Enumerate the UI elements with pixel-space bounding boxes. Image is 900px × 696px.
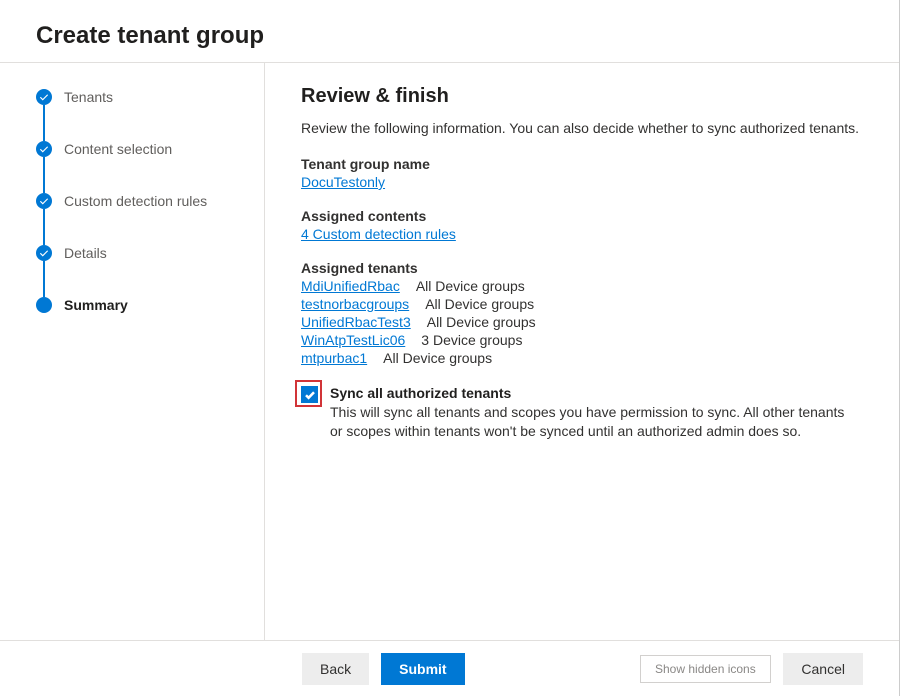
tenant-scope: All Device groups	[425, 296, 534, 312]
tenant-group-name-link[interactable]: DocuTestonly	[301, 174, 385, 190]
sync-authorized-checkbox-block: Sync all authorized tenants This will sy…	[301, 385, 871, 442]
assigned-contents-link[interactable]: 4 Custom detection rules	[301, 226, 456, 242]
step-connector	[43, 209, 45, 245]
wizard-step-details[interactable]: Details	[36, 244, 264, 296]
page-title: Create tenant group	[36, 22, 899, 50]
wizard-step-content-selection[interactable]: Content selection	[36, 140, 264, 192]
footer-actions: Back Submit Show hidden icons Cancel	[0, 640, 899, 696]
tenant-scope: All Device groups	[383, 350, 492, 366]
wizard-step-custom-detection-rules[interactable]: Custom detection rules	[36, 192, 264, 244]
wizard-steps-sidebar: Tenants Content selection Custom detecti…	[0, 63, 265, 640]
body-region: Tenants Content selection Custom detecti…	[0, 63, 899, 640]
tenant-row: UnifiedRbacTest3 All Device groups	[301, 314, 871, 331]
sync-authorized-checkbox[interactable]	[301, 386, 318, 403]
step-connector	[43, 157, 45, 193]
assigned-tenants-label: Assigned tenants	[301, 260, 871, 276]
wizard-step-summary[interactable]: Summary	[36, 296, 264, 314]
sync-checkbox-help: This will sync all tenants and scopes yo…	[330, 403, 850, 442]
submit-button[interactable]: Submit	[381, 653, 464, 685]
tenant-row: testnorbacgroups All Device groups	[301, 296, 871, 313]
current-step-dot-icon	[36, 297, 52, 313]
tenant-name-link[interactable]: WinAtpTestLic06	[301, 332, 405, 348]
tenant-scope: All Device groups	[416, 278, 525, 294]
check-icon	[36, 89, 52, 105]
sync-checkbox-label: Sync all authorized tenants	[330, 385, 850, 401]
cancel-button[interactable]: Cancel	[783, 653, 863, 685]
tenant-row: MdiUnifiedRbac All Device groups	[301, 278, 871, 295]
checkmark-icon	[304, 389, 316, 401]
page-header: Create tenant group	[0, 0, 899, 62]
review-subtitle: Review the following information. You ca…	[301, 120, 871, 136]
wizard-step-label: Tenants	[64, 88, 113, 106]
wizard-step-label: Custom detection rules	[64, 192, 207, 210]
tenant-row: WinAtpTestLic06 3 Device groups	[301, 332, 871, 349]
show-hidden-icons-button[interactable]: Show hidden icons	[640, 655, 771, 683]
tenant-name-link[interactable]: testnorbacgroups	[301, 296, 409, 312]
check-icon	[36, 245, 52, 261]
step-connector	[43, 261, 45, 297]
tenant-row: mtpurbac1 All Device groups	[301, 350, 871, 367]
assigned-contents-label: Assigned contents	[301, 208, 871, 224]
check-icon	[36, 141, 52, 157]
wizard-step-label: Summary	[64, 296, 128, 314]
tenant-name-link[interactable]: MdiUnifiedRbac	[301, 278, 400, 294]
check-icon	[36, 193, 52, 209]
wizard-step-label: Details	[64, 244, 107, 262]
tenant-scope: All Device groups	[427, 314, 536, 330]
main-content: Review & finish Review the following inf…	[265, 63, 899, 640]
review-heading: Review & finish	[301, 85, 871, 108]
wizard-step-label: Content selection	[64, 140, 172, 158]
tenant-name-link[interactable]: UnifiedRbacTest3	[301, 314, 411, 330]
tenant-name-link[interactable]: mtpurbac1	[301, 350, 367, 366]
tenant-group-name-label: Tenant group name	[301, 156, 871, 172]
back-button[interactable]: Back	[302, 653, 369, 685]
wizard-step-tenants[interactable]: Tenants	[36, 88, 264, 140]
tenant-scope: 3 Device groups	[421, 332, 522, 348]
step-connector	[43, 105, 45, 141]
